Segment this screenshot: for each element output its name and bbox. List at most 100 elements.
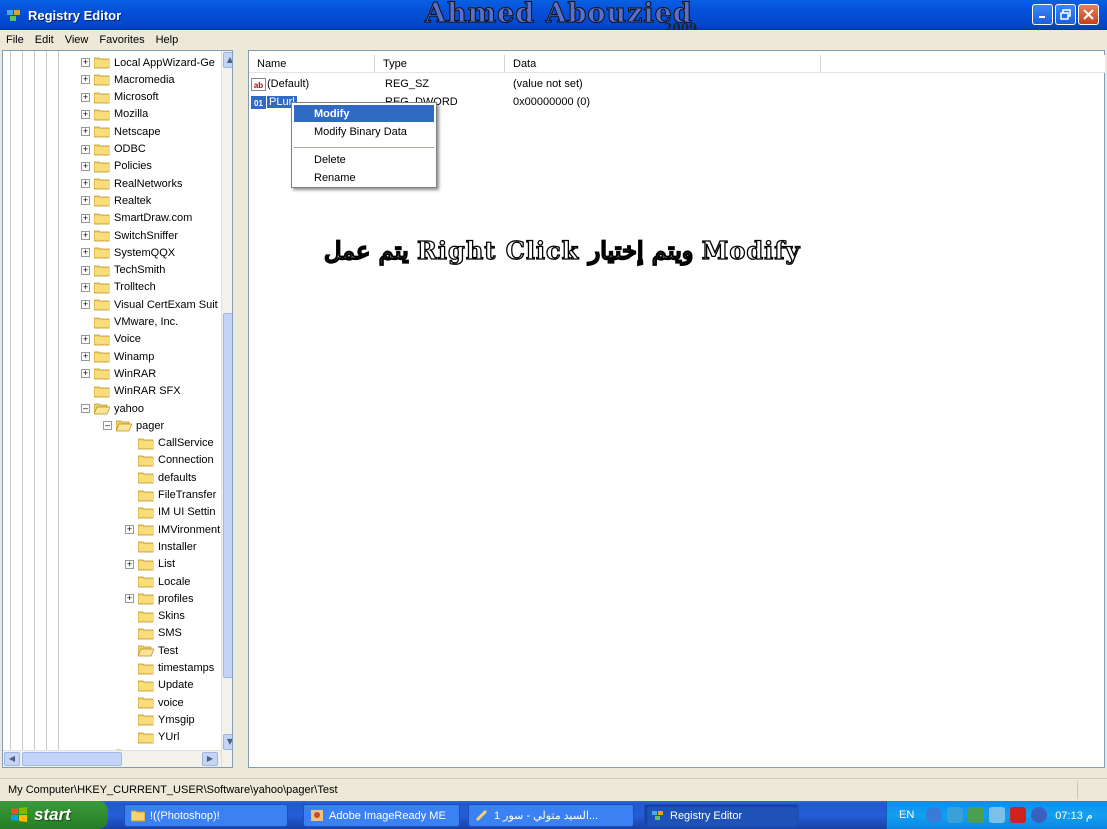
tree-node-netscape[interactable]: + Netscape [81, 123, 160, 140]
tree-node-skins[interactable]: Skins [125, 608, 185, 625]
language-indicator[interactable]: EN [899, 809, 914, 821]
tree-node-connection[interactable]: Connection [125, 452, 214, 469]
tree-node-policies[interactable]: + Policies [81, 158, 152, 175]
expand-icon[interactable]: + [81, 352, 90, 362]
tree-node-callservice[interactable]: CallService [125, 435, 214, 452]
collapse-icon[interactable]: – [81, 404, 90, 413]
tree-node-locale[interactable]: Locale [125, 573, 190, 590]
context-item-delete[interactable]: Delete [294, 151, 434, 168]
scroll-up-arrow[interactable]: ▲ [223, 52, 232, 68]
expand-icon[interactable]: + [81, 179, 90, 189]
expand-icon[interactable]: + [81, 109, 90, 119]
tree-node-local-appwizard-ge[interactable]: + Local AppWizard-Ge [81, 54, 215, 71]
tree-node-mozilla[interactable]: + Mozilla [81, 106, 148, 123]
tree-node-visual-certexam-suit[interactable]: + Visual CertExam Suit [81, 296, 218, 313]
tree-node-smartdraw-com[interactable]: + SmartDraw.com [81, 210, 192, 227]
tree-node-winrar[interactable]: + WinRAR [81, 365, 156, 382]
tree-node-vmware-inc[interactable]: VMware, Inc. [81, 314, 178, 331]
expand-icon[interactable]: + [81, 75, 90, 85]
tree-node-list[interactable]: + List [125, 556, 175, 573]
collapse-icon[interactable]: – [103, 421, 112, 431]
tree-node-update[interactable]: Update [125, 677, 193, 694]
tree-node-im-ui-settin[interactable]: IM UI Settin [125, 504, 215, 521]
context-item-rename[interactable]: Rename [294, 169, 434, 186]
tree-node-timestamps[interactable]: timestamps [125, 660, 214, 677]
value-row-plurl[interactable]: 01 PLurl [251, 93, 297, 111]
expand-icon[interactable]: + [81, 265, 90, 275]
scroll-right-arrow[interactable]: ▶ [202, 752, 218, 766]
menu-view[interactable]: View [65, 34, 89, 46]
menu-file[interactable]: File [6, 34, 24, 46]
expand-icon[interactable]: + [125, 525, 134, 535]
menu-help[interactable]: Help [156, 34, 179, 46]
tree-node-systemqqx[interactable]: + SystemQQX [81, 244, 175, 261]
expand-icon[interactable]: + [125, 559, 134, 569]
close-button[interactable] [1078, 4, 1099, 25]
expand-icon[interactable]: + [81, 127, 90, 137]
tree-node-yahoo[interactable]: – yahoo [81, 400, 144, 417]
column-header-name[interactable]: Name [249, 55, 375, 73]
tree-horizontal-scrollbar[interactable]: ◀ ▶ [3, 750, 221, 767]
taskbar-button-imageready[interactable]: Adobe ImageReady ME [303, 804, 460, 827]
people-icon[interactable] [968, 807, 985, 823]
tree-node-winamp[interactable]: + Winamp [81, 348, 154, 365]
expand-icon[interactable]: + [81, 248, 90, 258]
antivirus-icon[interactable] [1010, 807, 1027, 823]
menu-edit[interactable]: Edit [35, 34, 54, 46]
tray-arrow-icon[interactable] [926, 807, 943, 823]
tree-node-sms[interactable]: SMS [125, 625, 182, 642]
expand-icon[interactable]: + [81, 161, 90, 171]
expand-icon[interactable]: + [81, 58, 90, 67]
tree-node-filetransfer[interactable]: FileTransfer [125, 487, 216, 504]
restore-button[interactable] [1055, 4, 1076, 25]
tree-node-trolltech[interactable]: + Trolltech [81, 279, 156, 296]
tree-node-test[interactable]: Test [125, 642, 178, 659]
tree-node-ymsgip[interactable]: Ymsgip [125, 711, 195, 728]
title-bar[interactable]: Registry Editor Ahmed Abouzied 2009 [0, 0, 1107, 35]
column-header-data[interactable]: Data [505, 55, 821, 73]
expand-icon[interactable]: + [81, 231, 90, 240]
messenger-icon[interactable] [1031, 807, 1048, 823]
scroll-down-arrow[interactable]: ▼ [223, 734, 232, 750]
expand-icon[interactable]: + [125, 594, 134, 604]
context-item-modify-binary-data[interactable]: Modify Binary Data [294, 123, 434, 140]
expand-icon[interactable]: + [81, 196, 90, 206]
tree-node-profiles[interactable]: + profiles [125, 590, 193, 607]
tree-node-techsmith[interactable]: + TechSmith [81, 262, 165, 279]
tree-vertical-scrollbar[interactable]: ▲ ▼ [221, 51, 232, 767]
tree-node-winrar-sfx[interactable]: WinRAR SFX [81, 383, 181, 400]
tree-node-voice[interactable]: voice [125, 694, 184, 711]
tree-node-realtek[interactable]: + Realtek [81, 192, 151, 209]
start-button[interactable]: start [0, 801, 108, 829]
tree-node-imvironment[interactable]: + IMVironment [125, 521, 220, 538]
context-item-modify[interactable]: Modify [294, 105, 434, 122]
value-row-default[interactable]: ab (Default) [251, 75, 383, 93]
tree-node-odbc[interactable]: + ODBC [81, 141, 146, 158]
expand-icon[interactable]: + [81, 282, 90, 292]
expand-icon[interactable]: + [81, 369, 90, 379]
taskbar-button-audio[interactable]: السيد متولي - سور 1... [468, 804, 634, 827]
minimize-button[interactable] [1032, 4, 1053, 25]
tree-node-yurl[interactable]: YUrl [125, 729, 179, 746]
key-tree-pane[interactable]: + Local AppWizard-Ge + Macromedia + Microsoft… [2, 50, 233, 768]
tree-node-voice[interactable]: + Voice [81, 331, 141, 348]
expand-icon[interactable]: + [81, 92, 90, 102]
horizontal-scroll-thumb[interactable] [22, 752, 122, 766]
scroll-left-arrow[interactable]: ◀ [4, 752, 20, 766]
tree-node-switchsniffer[interactable]: + SwitchSniffer [81, 227, 178, 244]
menu-favorites[interactable]: Favorites [99, 34, 144, 46]
tray-app-icon[interactable] [989, 807, 1006, 823]
expand-icon[interactable]: + [81, 334, 90, 344]
tree-node-macromedia[interactable]: + Macromedia [81, 71, 175, 88]
tree-node-pager[interactable]: – pager [103, 417, 164, 434]
tree-node-defaults[interactable]: defaults [125, 469, 197, 486]
taskbar-button-photoshop[interactable]: !((Photoshop)! [124, 804, 288, 827]
scroll-thumb[interactable] [223, 313, 232, 678]
tree-node-microsoft[interactable]: + Microsoft [81, 89, 159, 106]
taskbar-button-registry-editor[interactable]: Registry Editor [644, 804, 799, 827]
tree-node-realnetworks[interactable]: + RealNetworks [81, 175, 182, 192]
expand-icon[interactable]: + [81, 300, 90, 310]
network-icon[interactable] [947, 807, 964, 823]
expand-icon[interactable]: + [81, 144, 90, 154]
column-header-type[interactable]: Type [375, 55, 505, 73]
